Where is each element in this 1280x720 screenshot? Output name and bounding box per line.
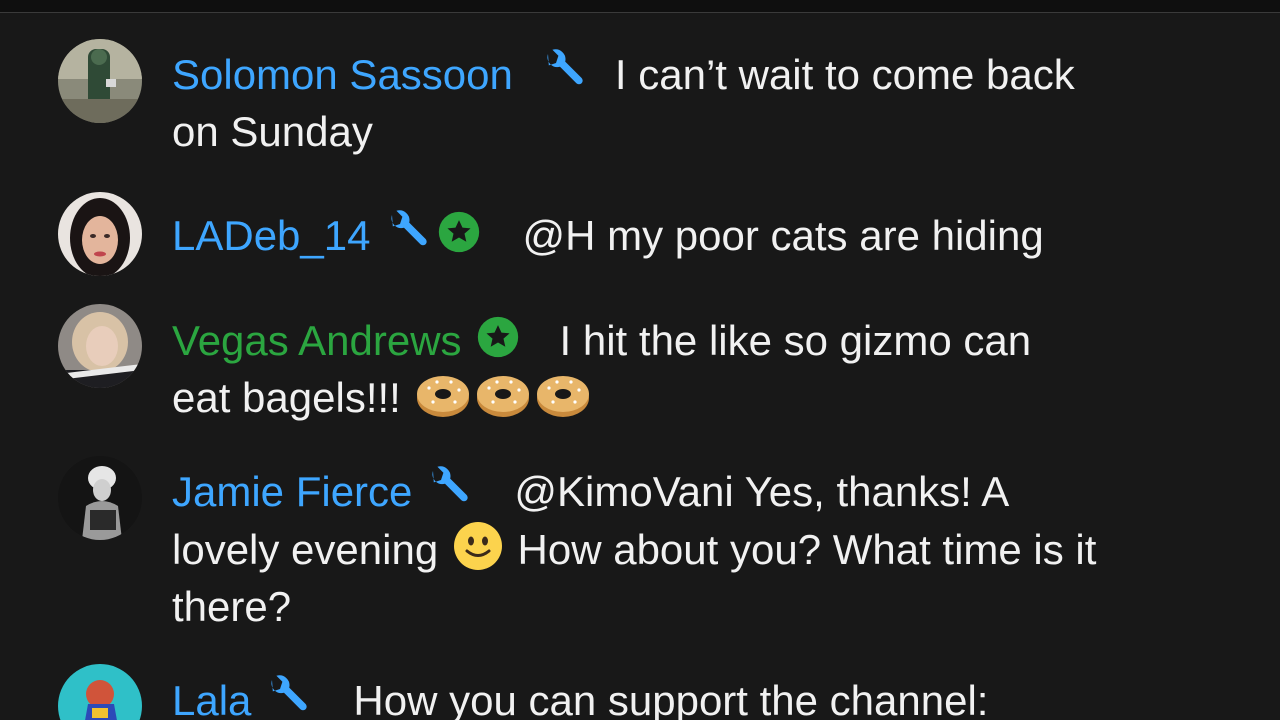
author-name[interactable]: Lala [172, 677, 251, 720]
wrench-icon [263, 675, 311, 719]
live-chat-list: Solomon Sassoon I can’t wait to come back… [0, 0, 1280, 720]
avatar[interactable] [58, 456, 142, 540]
message-text-continued: on Sunday [172, 108, 373, 155]
author-name[interactable]: Jamie Fierce [172, 468, 412, 515]
message-text: @H my poor cats are hiding [522, 212, 1044, 259]
member-star-icon [437, 210, 481, 254]
author-name[interactable]: Solomon Sassoon [172, 51, 513, 98]
author-name[interactable]: LADeb_14 [172, 212, 371, 259]
message-text: @KimoVani Yes, thanks! A [514, 468, 1010, 515]
message-text-continued: eat bagels!!! [172, 374, 401, 421]
bagel-emoji [475, 370, 531, 420]
wrench-icon [383, 210, 431, 254]
wrench-icon [424, 466, 472, 510]
slightly-smiling-face-emoji [452, 520, 504, 572]
avatar[interactable] [58, 39, 142, 123]
message-text-continued: How about you? What time is it [517, 526, 1097, 573]
avatar[interactable] [58, 192, 142, 276]
bagel-emoji [415, 370, 471, 420]
message-text-continued: there? [172, 583, 292, 630]
message-text-continued: lovely evening [172, 526, 439, 573]
message-text: I hit the like so gizmo can [559, 317, 1032, 364]
member-star-icon [476, 315, 520, 359]
avatar[interactable] [58, 664, 142, 720]
author-name[interactable]: Vegas Andrews [172, 317, 462, 364]
wrench-icon [539, 49, 587, 93]
bagel-emoji [535, 370, 591, 420]
avatar[interactable] [58, 304, 142, 388]
message-text: I can’t wait to come back [614, 51, 1075, 98]
message-text: How you can support the channel: [353, 677, 989, 720]
